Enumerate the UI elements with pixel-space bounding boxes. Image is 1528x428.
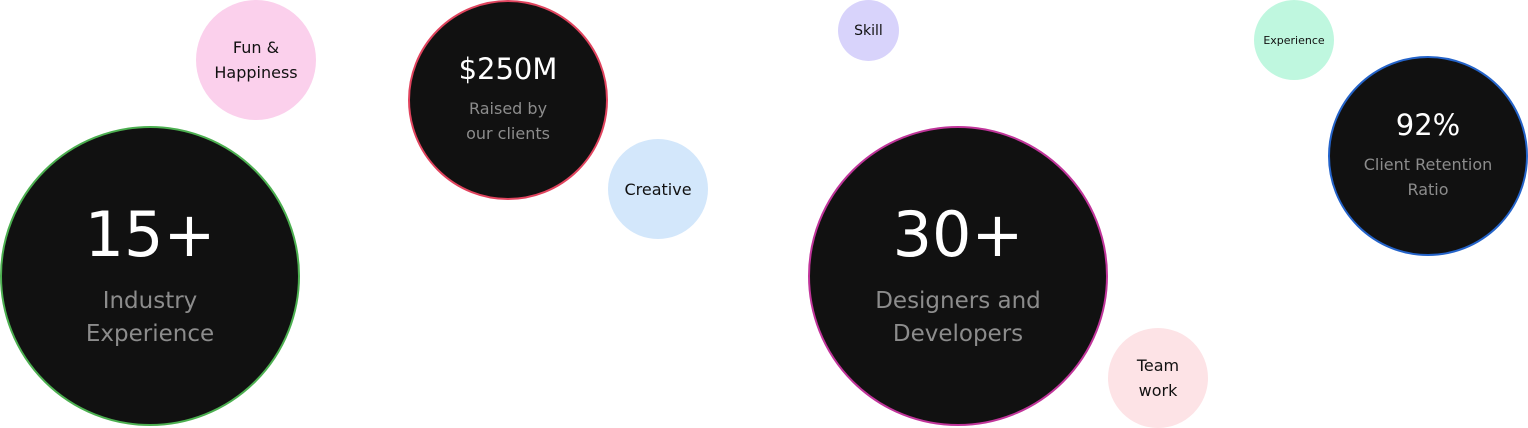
tag-label-line: work bbox=[1138, 381, 1178, 400]
stat-label-line: our clients bbox=[466, 123, 550, 143]
stat-label-line: Raised by bbox=[468, 98, 548, 118]
stat-label: Client Retention Ratio bbox=[1364, 152, 1493, 202]
stat-label-line: Experience bbox=[85, 321, 215, 348]
tag-bubble-experience: Experience bbox=[1254, 0, 1334, 80]
tag-bubble-teamwork: Team work bbox=[1108, 328, 1208, 428]
stat-label: Industry Experience bbox=[86, 285, 214, 351]
tag-label-line: Team bbox=[1136, 356, 1180, 375]
stat-value: 92% bbox=[1395, 108, 1461, 143]
tag-label: Skill bbox=[854, 22, 883, 39]
stat-value: 15+ bbox=[84, 197, 216, 271]
stat-label-line: Industry bbox=[102, 288, 198, 315]
stat-bubble-funds-raised: $250M Raised by our clients bbox=[408, 0, 608, 200]
stat-bubble-industry-experience: 15+ Industry Experience bbox=[0, 126, 300, 426]
tag-label: Team work bbox=[1137, 353, 1179, 403]
stat-label: Designers and Developers bbox=[875, 285, 1041, 351]
stat-value: 30+ bbox=[892, 197, 1024, 271]
stat-bubble-client-retention: 92% Client Retention Ratio bbox=[1328, 56, 1528, 256]
tag-bubble-fun-happiness: Fun & Happiness bbox=[196, 0, 316, 120]
stat-label-line: Designers and bbox=[875, 288, 1041, 315]
stat-label-line: Ratio bbox=[1407, 179, 1449, 199]
stat-label-line: Client Retention bbox=[1363, 154, 1493, 174]
stat-label: Raised by our clients bbox=[466, 96, 550, 146]
tag-label-line: Happiness bbox=[214, 63, 298, 82]
tag-label: Creative bbox=[624, 179, 692, 199]
tag-bubble-creative: Creative bbox=[608, 139, 708, 239]
stat-label-line: Developers bbox=[892, 321, 1024, 348]
tag-label: Fun & Happiness bbox=[214, 35, 297, 85]
tag-label-line: Fun & bbox=[232, 38, 280, 57]
tag-bubble-skill: Skill bbox=[838, 0, 899, 61]
stat-bubble-designers-developers: 30+ Designers and Developers bbox=[808, 126, 1108, 426]
tag-label: Experience bbox=[1263, 33, 1325, 47]
stat-value: $250M bbox=[458, 52, 558, 87]
